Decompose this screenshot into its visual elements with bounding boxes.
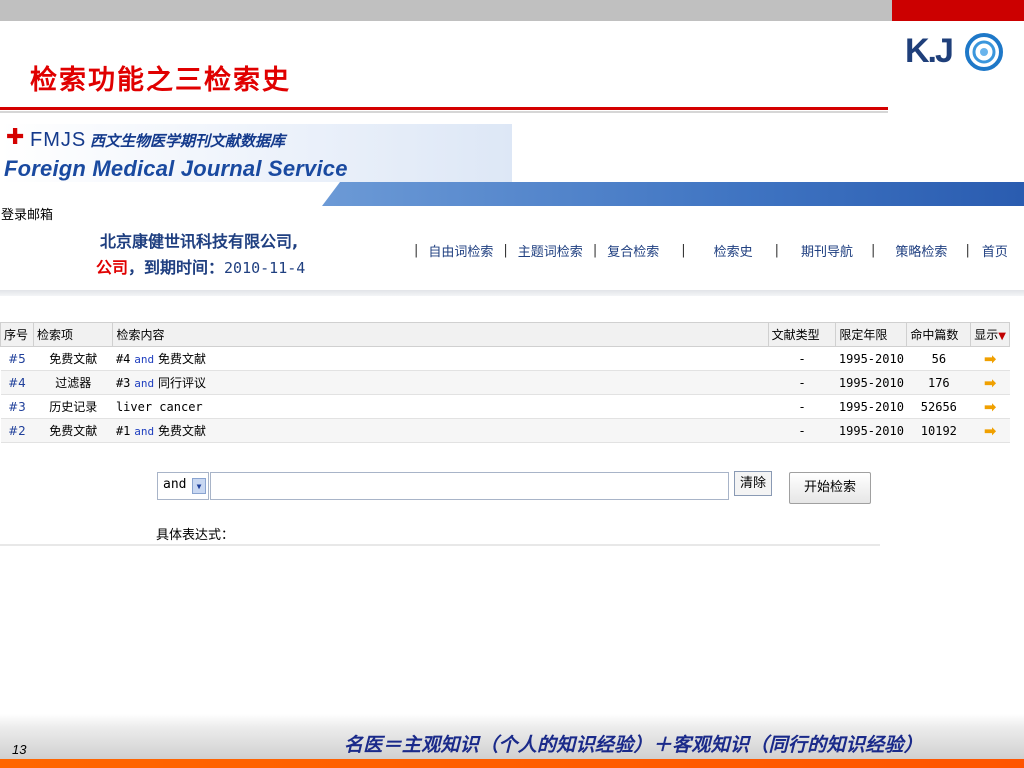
table-header-row: 序号 检索项 检索内容 文献类型 限定年限 命中篇数 显示▼ xyxy=(0,322,1010,347)
row-doc-type: - xyxy=(768,346,836,371)
company-expiry: 公司，到期时间：2010-11-4 xyxy=(96,254,305,278)
row-years: 1995-2010 xyxy=(835,370,907,395)
row-content: #4 and 免费文献 xyxy=(112,346,769,371)
brand-english-name: Foreign Medical Journal Service xyxy=(4,156,348,181)
screenshot-bottom-edge xyxy=(0,544,880,546)
nav-journal-browse[interactable]: 期刊导航 xyxy=(801,241,853,260)
nav-subject-search[interactable]: 主题词检索 xyxy=(518,241,583,260)
row-id-link[interactable]: #3 xyxy=(8,400,26,414)
logo-swirl-icon xyxy=(965,33,1003,71)
fmjs-screenshot: ✚ FMJS 西文生物医学期刊文献数据库 Foreign Medical Jou… xyxy=(0,124,1024,548)
row-doc-type: - xyxy=(768,418,836,443)
table-row: #2 免费文献 #1 and 免费文献 - 1995-2010 10192 ➡ xyxy=(0,418,1010,443)
nav-strategy-search[interactable]: 策略检索 xyxy=(895,241,947,260)
top-gray-bar xyxy=(0,0,892,21)
brand-short: FMJS xyxy=(30,129,87,151)
footer-quote: 名医＝主观知识（个人的知识经验）＋客观知识（同行的知识经验） xyxy=(344,734,924,756)
row-years: 1995-2010 xyxy=(835,394,907,419)
brand-cross-icon: ✚ xyxy=(6,125,25,150)
operator-value: and xyxy=(163,477,187,492)
expression-label: 具体表达式： xyxy=(156,528,235,543)
row-years: 1995-2010 xyxy=(835,346,907,371)
col-header-hits: 命中篇数 xyxy=(906,322,972,347)
row-years: 1995-2010 xyxy=(835,418,907,443)
row-field: 过滤器 xyxy=(33,370,113,395)
nav-compound-search[interactable]: 复合检索 xyxy=(607,241,659,260)
header-separator xyxy=(0,290,1024,296)
row-doc-type: - xyxy=(768,394,836,419)
show-results-arrow-icon[interactable]: ➡ xyxy=(984,422,997,440)
row-id-link[interactable]: #2 xyxy=(8,424,26,438)
nav-free-search[interactable]: 自由词检索 xyxy=(428,241,493,260)
row-hits: 56 xyxy=(906,346,971,371)
footer-orange-bar xyxy=(0,759,1024,768)
login-mail-link[interactable]: 登录邮箱 xyxy=(1,204,53,223)
show-results-arrow-icon[interactable]: ➡ xyxy=(984,374,997,392)
row-field: 历史记录 xyxy=(33,394,113,419)
row-content: #1 and 免费文献 xyxy=(112,418,769,443)
nav-search-history[interactable]: 检索史 xyxy=(714,241,753,260)
col-header-show: 显示▼ xyxy=(970,322,1010,347)
row-field: 免费文献 xyxy=(33,346,113,371)
col-header-no: 序号 xyxy=(0,322,34,347)
clear-button[interactable]: 清除 xyxy=(734,471,772,496)
col-header-years: 限定年限 xyxy=(835,322,908,347)
row-id-link[interactable]: #5 xyxy=(8,352,26,366)
operator-select[interactable]: and ▼ xyxy=(157,472,209,500)
nav-home[interactable]: 首页 xyxy=(982,241,1008,260)
col-header-doc-type: 文献类型 xyxy=(767,322,837,347)
kj-logo: K.J xyxy=(905,30,1005,74)
expiry-date: 2010-11-4 xyxy=(224,259,306,277)
table-row: #5 免费文献 #4 and 免费文献 - 1995-2010 56 ➡ xyxy=(0,346,1010,371)
expiry-label: ，到期时间： xyxy=(128,258,225,277)
page-number: 13 xyxy=(12,742,27,757)
search-history-table: 序号 检索项 检索内容 文献类型 限定年限 命中篇数 显示▼ #5 免费文献 #… xyxy=(0,322,1010,443)
show-results-arrow-icon[interactable]: ➡ xyxy=(984,350,997,368)
sort-down-icon[interactable]: ▼ xyxy=(998,331,1006,342)
query-input[interactable] xyxy=(210,472,729,500)
table-row: #4 过滤器 #3 and 同行评议 - 1995-2010 176 ➡ xyxy=(0,370,1010,395)
company-name: 北京康健世讯科技有限公司, xyxy=(100,232,299,251)
main-nav: | 自由词检索 | 主题词检索 | 复合检索 | 检索史 | 期刊导航 | 策略… xyxy=(414,241,1008,260)
logo-text: K.J xyxy=(905,32,954,70)
top-red-bar xyxy=(892,0,1024,21)
chevron-down-icon[interactable]: ▼ xyxy=(192,478,206,494)
row-content: #3 and 同行评议 xyxy=(112,370,769,395)
row-content: liver cancer xyxy=(112,394,769,419)
col-header-field: 检索项 xyxy=(32,322,114,347)
company-suffix: 公司 xyxy=(96,258,129,277)
title-underline-shadow xyxy=(0,111,888,113)
col-header-content: 检索内容 xyxy=(112,322,769,347)
row-field: 免费文献 xyxy=(33,418,113,443)
brand-chinese-name: 西文生物医学期刊文献数据库 xyxy=(90,132,286,150)
row-id-link[interactable]: #4 xyxy=(8,376,26,390)
slide-title: 检索功能之三检索史 xyxy=(30,65,291,96)
table-row: #3 历史记录 liver cancer - 1995-2010 52656 ➡ xyxy=(0,394,1010,419)
title-underline xyxy=(0,107,888,110)
row-hits: 10192 xyxy=(906,418,971,443)
row-hits: 176 xyxy=(906,370,971,395)
row-doc-type: - xyxy=(768,370,836,395)
row-hits: 52656 xyxy=(906,394,971,419)
start-search-button[interactable]: 开始检索 xyxy=(789,472,871,504)
show-results-arrow-icon[interactable]: ➡ xyxy=(984,398,997,416)
